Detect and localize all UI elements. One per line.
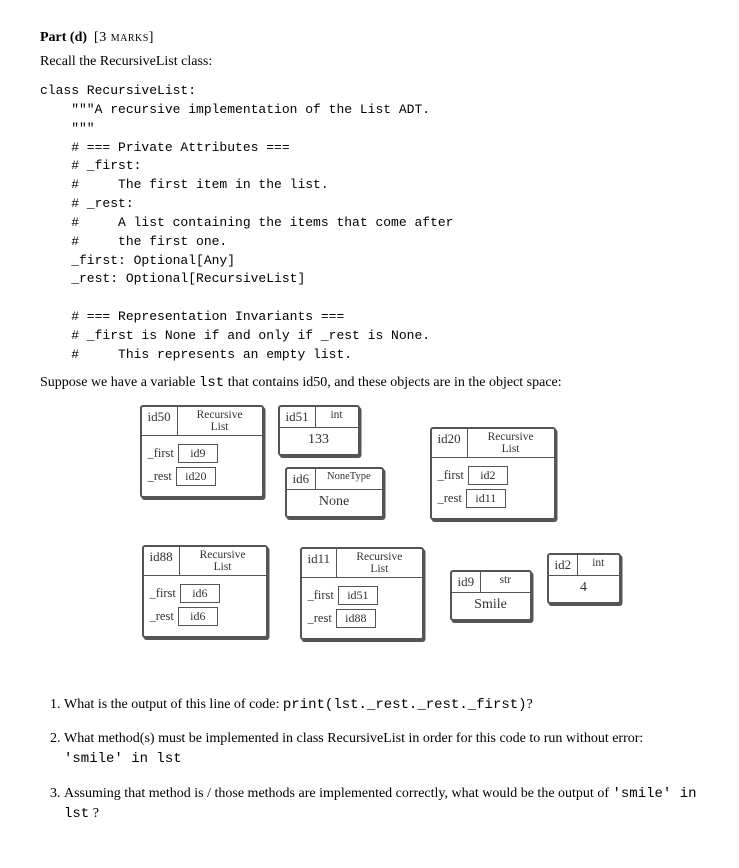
slot-key: _rest: [438, 491, 462, 506]
question-1: What is the output of this line of code:…: [64, 695, 699, 715]
object-diagram: id50 Recursive List _firstid9 _restid20 …: [50, 405, 690, 675]
obj-type: NoneType: [316, 469, 381, 489]
slot-val: id9: [178, 444, 218, 463]
question-list: What is the output of this line of code:…: [40, 695, 699, 824]
obj-value: 4: [549, 576, 619, 602]
obj-id50: id50 Recursive List _first id9 _rest id20: [140, 405, 264, 498]
obj-id: id20: [432, 429, 468, 457]
obj-type: str: [481, 572, 529, 592]
suppose-var: lst: [199, 375, 224, 391]
obj-value: Smile: [452, 593, 530, 619]
marks-label: [3 marks]: [94, 30, 154, 45]
q2-pre: What method(s) must be implemented in cl…: [64, 731, 643, 746]
q2-code: 'smile' in lst: [64, 751, 182, 767]
slot-val: id20: [176, 467, 216, 486]
slot-key: _rest: [150, 609, 174, 624]
q1-post: ?: [527, 697, 533, 712]
obj-type: int: [578, 555, 618, 575]
recall-text: Recall the RecursiveList class:: [40, 54, 699, 70]
obj-id: id6: [287, 469, 317, 489]
obj-id20: id20 Recursive List _first id2 _rest id11: [430, 427, 556, 520]
obj-id: id11: [302, 549, 338, 577]
obj-id9: id9 str Smile: [450, 570, 532, 621]
suppose-pre: Suppose we have a variable: [40, 375, 199, 390]
obj-type: Recursive List: [180, 547, 266, 575]
q1-pre: What is the output of this line of code:: [64, 697, 283, 712]
obj-type: Recursive List: [468, 429, 554, 457]
obj-id: id9: [452, 572, 482, 592]
slot-key: _first: [308, 588, 334, 603]
obj-value: None: [287, 490, 382, 516]
obj-id2: id2 int 4: [547, 553, 621, 604]
slot-val: id88: [336, 609, 376, 628]
slot-val: id51: [338, 586, 378, 605]
suppose-text: Suppose we have a variable lst that cont…: [40, 375, 699, 391]
obj-id: id88: [144, 547, 180, 575]
slot-val: id6: [180, 584, 220, 603]
slot-key: _rest: [148, 469, 172, 484]
part-label: Part (d): [40, 30, 87, 45]
obj-id88: id88 Recursive List _firstid6 _restid6: [142, 545, 268, 638]
q3-post: ?: [89, 806, 99, 821]
question-3: Assuming that method is / those methods …: [64, 784, 699, 825]
obj-type: Recursive List: [178, 407, 262, 435]
obj-id51: id51 int 133: [278, 405, 360, 456]
obj-id6: id6 NoneType None: [285, 467, 384, 518]
part-header: Part (d) [3 marks]: [40, 30, 699, 46]
obj-value: 133: [280, 428, 358, 454]
slot-val: id11: [466, 489, 506, 508]
obj-id: id51: [280, 407, 316, 427]
question-2: What method(s) must be implemented in cl…: [64, 729, 699, 770]
slot-val: id6: [178, 607, 218, 626]
slot-key: _rest: [308, 611, 332, 626]
slot-key: _first: [150, 586, 176, 601]
q1-code: print(lst._rest._rest._first): [283, 697, 527, 713]
slot-key: _first: [438, 468, 464, 483]
obj-type: Recursive List: [337, 549, 421, 577]
slot-key: _first: [148, 446, 174, 461]
code-block: class RecursiveList: """A recursive impl…: [40, 82, 699, 365]
obj-id11: id11 Recursive List _first id51 _rest id88: [300, 547, 424, 640]
suppose-post: that contains id50, and these objects ar…: [224, 375, 561, 390]
obj-id: id2: [549, 555, 579, 575]
q3-pre: Assuming that method is / those methods …: [64, 786, 612, 801]
obj-id: id50: [142, 407, 178, 435]
obj-type: int: [316, 407, 358, 427]
slot-val: id2: [468, 466, 508, 485]
